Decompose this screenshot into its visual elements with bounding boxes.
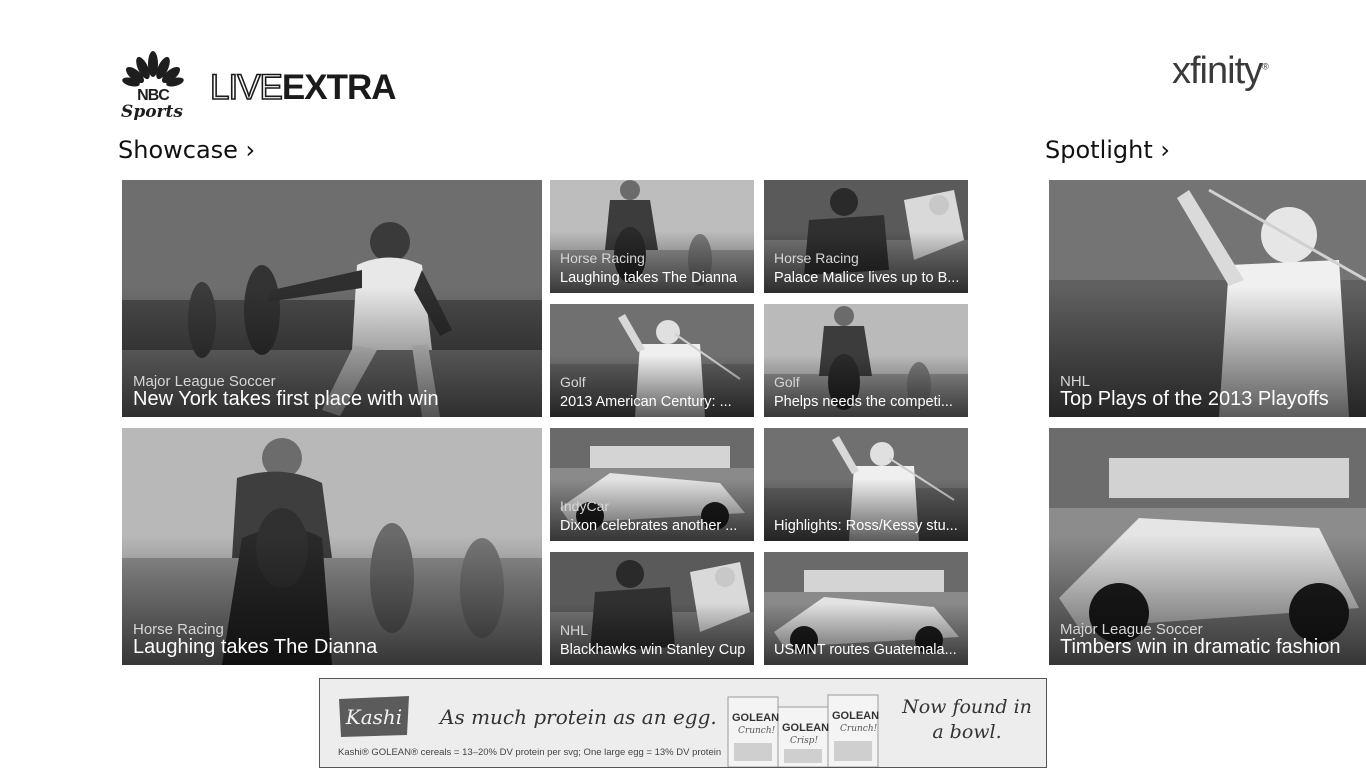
- tile-title: Laughing takes The Dianna: [560, 270, 738, 286]
- showcase-tile-golf-2[interactable]: Golf Phelps needs the competi...: [764, 304, 968, 417]
- showcase-tile-usmnt[interactable]: USMNT routes Guatemala...: [764, 552, 968, 665]
- kashi-logo: Kashi: [339, 696, 409, 737]
- tile-title: Timbers win in dramatic fashion: [1060, 636, 1341, 658]
- tile-category: Horse Racing: [774, 250, 859, 266]
- cereal-boxes-image: GOLEAN GOLEAN GOLEAN Crunch! Crisp! Crun…: [727, 694, 879, 767]
- showcase-tile-horse-racing-2[interactable]: Horse Racing Palace Malice lives up to B…: [764, 180, 968, 293]
- peacock-icon: [122, 51, 184, 87]
- app-title: LIVEEXTRA: [209, 67, 397, 108]
- tile-category: IndyCar: [560, 498, 610, 514]
- showcase-feature-tile-soccer[interactable]: Major League Soccer New York takes first…: [122, 180, 542, 417]
- showcase-tile-golf-1[interactable]: Golf 2013 American Century: ...: [550, 304, 754, 417]
- xfinity-wordmark: xfinity: [1172, 50, 1263, 92]
- ad-tagline: As much protein as an egg.: [440, 705, 717, 729]
- spotlight-tile-nhl[interactable]: NHL Top Plays of the 2013 Playoffs: [1049, 180, 1366, 417]
- spotlight-tile-soccer[interactable]: Major League Soccer Timbers win in drama…: [1049, 428, 1366, 665]
- kashi-ad-banner[interactable]: Kashi As much protein as an egg. Kashi® …: [319, 678, 1047, 768]
- tile-title: New York takes first place with win: [133, 388, 439, 410]
- tile-title: 2013 American Century: ...: [560, 394, 732, 410]
- kashi-wordmark: Kashi: [345, 705, 402, 729]
- tile-title: Dixon celebrates another ...: [560, 518, 738, 534]
- showcase-heading-link[interactable]: Showcase ›: [118, 136, 255, 164]
- tile-title: Palace Malice lives up to B...: [774, 270, 960, 286]
- tile-category: Golf: [774, 374, 800, 390]
- tile-title: Phelps needs the competi...: [774, 394, 953, 410]
- sports-wordmark: Sports: [121, 102, 183, 120]
- tile-title: USMNT routes Guatemala...: [774, 642, 957, 658]
- tile-category: NHL: [560, 622, 589, 638]
- showcase-tile-horse-racing-1[interactable]: Horse Racing Laughing takes The Dianna: [550, 180, 754, 293]
- tile-category: Horse Racing: [560, 250, 645, 266]
- tile-title: Blackhawks win Stanley Cup: [560, 642, 746, 658]
- tile-title: Laughing takes The Dianna: [133, 636, 378, 658]
- xfinity-logo: xfinity®: [1172, 50, 1269, 93]
- showcase-tile-indycar[interactable]: IndyCar Dixon celebrates another ...: [550, 428, 754, 541]
- app-title-live: LIVE: [209, 67, 283, 108]
- box-sublabel: Crunch!: [738, 726, 776, 736]
- box-sublabel: Crisp!: [790, 736, 818, 746]
- tile-title: Top Plays of the 2013 Playoffs: [1060, 388, 1329, 410]
- nbc-sports-logo: NBC Sports: [121, 51, 184, 120]
- ad-closing-text: Now found in a bowl.: [892, 695, 1042, 745]
- spotlight-heading-link[interactable]: Spotlight ›: [1045, 136, 1170, 164]
- box-label: GOLEAN: [782, 722, 829, 734]
- registered-mark: ®: [1262, 61, 1269, 72]
- box-label: GOLEAN: [732, 712, 779, 724]
- tile-title: Highlights: Ross/Kessy stu...: [774, 518, 958, 534]
- ad-fine-print: Kashi® GOLEAN® cereals = 13–20% DV prote…: [338, 747, 722, 758]
- box-label: GOLEAN: [832, 710, 879, 722]
- ad-closing-line-1: Now found in: [902, 696, 1032, 718]
- tile-category: Golf: [560, 374, 586, 390]
- box-sublabel: Crunch!: [840, 724, 878, 734]
- ad-closing-line-2: a bowl.: [932, 721, 1002, 743]
- showcase-tile-highlights[interactable]: Highlights: Ross/Kessy stu...: [764, 428, 968, 541]
- showcase-tile-nhl[interactable]: NHL Blackhawks win Stanley Cup: [550, 552, 754, 665]
- app-title-extra: EXTRA: [281, 68, 397, 107]
- showcase-feature-tile-horse-racing[interactable]: Horse Racing Laughing takes The Dianna: [122, 428, 542, 665]
